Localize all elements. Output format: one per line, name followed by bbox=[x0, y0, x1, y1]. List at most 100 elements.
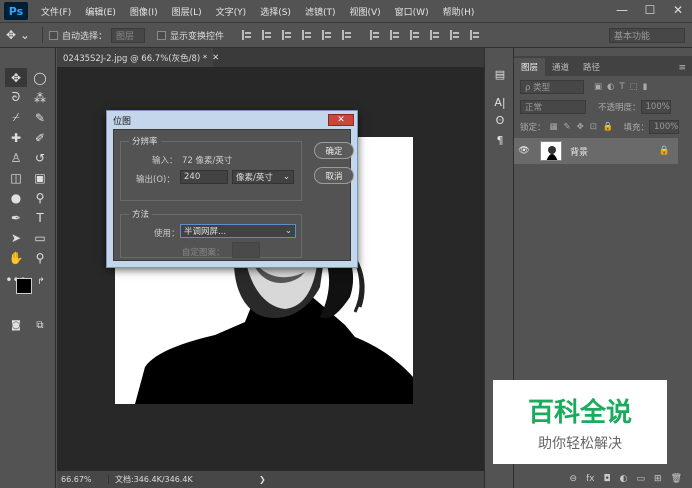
fill-label: 填充： bbox=[623, 123, 650, 133]
distribute-hcenter-icon[interactable] bbox=[449, 30, 462, 40]
output-label: 输出(O)： bbox=[136, 175, 175, 185]
auto-select-checkbox[interactable] bbox=[48, 30, 58, 40]
eraser-tool-icon[interactable]: ◫ bbox=[5, 168, 27, 187]
distribute-top-icon[interactable] bbox=[369, 30, 382, 40]
menu-file[interactable]: 文件(F) bbox=[34, 5, 78, 18]
move-tool-icon[interactable]: ✥ bbox=[5, 68, 27, 87]
menu-filter[interactable]: 滤镜(T) bbox=[298, 5, 343, 18]
rectangle-tool-icon[interactable]: ▭ bbox=[29, 228, 51, 247]
distribute-right-icon[interactable] bbox=[469, 30, 482, 40]
pen-tool-icon[interactable]: ✒ bbox=[5, 208, 27, 227]
align-vcenter-icon[interactable] bbox=[261, 30, 274, 40]
zoom-level[interactable]: 66.67% bbox=[57, 475, 109, 484]
dodge-tool-icon[interactable]: ⚲ bbox=[29, 188, 51, 207]
tab-paths[interactable]: 路径 bbox=[576, 58, 607, 76]
link-layers-icon[interactable]: ⊖ bbox=[569, 474, 577, 484]
transform-controls-checkbox[interactable] bbox=[156, 30, 166, 40]
hand-tool-icon[interactable]: ✋ bbox=[5, 248, 27, 267]
close-tab-icon[interactable]: ✕ bbox=[212, 53, 219, 63]
maximize-button[interactable]: ☐ bbox=[636, 0, 664, 20]
crop-tool-icon[interactable]: ⌿ bbox=[5, 108, 27, 127]
output-input[interactable]: 240 bbox=[180, 170, 228, 184]
auto-select-dropdown[interactable]: 图层 bbox=[110, 27, 145, 43]
photoshop-logo: Ps bbox=[4, 2, 28, 20]
layer-name[interactable]: 背景 bbox=[570, 145, 588, 158]
magic-wand-tool-icon[interactable]: ⁂ bbox=[29, 88, 51, 107]
menu-image[interactable]: 图像(I) bbox=[123, 5, 165, 18]
align-bottom-icon[interactable] bbox=[281, 30, 294, 40]
distribute-bottom-icon[interactable] bbox=[409, 30, 422, 40]
ok-button[interactable]: 确定 bbox=[314, 142, 354, 159]
workspace-dropdown[interactable]: 基本功能 bbox=[609, 28, 685, 43]
menu-help[interactable]: 帮助(H) bbox=[436, 5, 482, 18]
quick-mask-icon[interactable]: ◙ bbox=[5, 316, 27, 335]
close-window-button[interactable]: ✕ bbox=[664, 0, 692, 20]
panel-menu-icon[interactable]: ≡ bbox=[672, 63, 692, 76]
zoom-tool-icon[interactable]: ⚲ bbox=[29, 248, 51, 267]
glyphs-panel-icon[interactable]: ʘ bbox=[492, 112, 508, 128]
layer-filter-dropdown[interactable]: ρ 类型 bbox=[520, 80, 584, 94]
menu-type[interactable]: 文字(Y) bbox=[209, 5, 254, 18]
screen-mode-icon[interactable]: ⧉ bbox=[29, 316, 51, 335]
paragraph-panel-icon[interactable]: ¶ bbox=[492, 132, 508, 148]
method-select[interactable]: 半调网屏... ⌄ bbox=[180, 224, 296, 238]
document-info: 文档:346.4K/346.4K bbox=[115, 475, 193, 484]
distribute-left-icon[interactable] bbox=[429, 30, 442, 40]
gradient-tool-icon[interactable]: ▣ bbox=[29, 168, 51, 187]
distribute-vcenter-icon[interactable] bbox=[389, 30, 402, 40]
history-brush-tool-icon[interactable]: ↺ bbox=[29, 148, 51, 167]
output-unit-select[interactable]: 像素/英寸 ⌄ bbox=[232, 170, 294, 184]
align-hcenter-icon[interactable] bbox=[321, 30, 334, 40]
history-panel-icon[interactable]: ▤ bbox=[492, 66, 508, 82]
layer-filter-icons[interactable]: ▣◐T⬚▮ bbox=[594, 82, 652, 92]
tab-channels[interactable]: 通道 bbox=[545, 58, 576, 76]
eyedropper-tool-icon[interactable]: ✎ bbox=[29, 108, 51, 127]
trash-icon[interactable]: 🗑 bbox=[671, 474, 682, 484]
align-left-icon[interactable] bbox=[301, 30, 314, 40]
new-layer-icon[interactable]: ⊞ bbox=[654, 474, 662, 484]
document-tab[interactable]: 02435S2J-2.jpg @ 66.7%(灰色/8) * ✕ bbox=[57, 48, 219, 67]
bitmap-dialog: 位图 ✕ 分辨率 输入： 72 像素/英寸 输出(O)： 240 像素/英寸 ⌄… bbox=[106, 110, 358, 268]
path-select-tool-icon[interactable]: ➤ bbox=[5, 228, 27, 247]
dialog-close-button[interactable]: ✕ bbox=[328, 114, 354, 126]
menu-edit[interactable]: 编辑(E) bbox=[78, 5, 123, 18]
align-right-icon[interactable] bbox=[341, 30, 354, 40]
layer-row[interactable]: 👁 背景 🔒 bbox=[514, 138, 678, 164]
opacity-input[interactable]: 100% bbox=[640, 100, 671, 114]
marquee-tool-icon[interactable]: ◯ bbox=[29, 68, 51, 87]
group-folder-icon[interactable]: ▭ bbox=[637, 474, 646, 484]
fx-icon[interactable]: fx bbox=[586, 474, 595, 484]
document-tab-title: 02435S2J-2.jpg @ 66.7%(灰色/8) * bbox=[63, 53, 208, 64]
lasso-tool-icon[interactable]: ᘐ bbox=[5, 88, 27, 107]
tab-strip bbox=[213, 48, 484, 67]
custom-pattern-picker bbox=[232, 242, 260, 258]
menu-window[interactable]: 窗口(W) bbox=[388, 5, 436, 18]
character-panel-icon[interactable]: A| bbox=[492, 94, 508, 110]
brush-tool-icon[interactable]: ✐ bbox=[29, 128, 51, 147]
move-tool-icon[interactable]: ✥ ⌄ bbox=[6, 28, 30, 42]
add-mask-icon[interactable]: ◘ bbox=[604, 474, 611, 484]
healing-brush-tool-icon[interactable]: ✚ bbox=[5, 128, 27, 147]
watermark-subtitle: 助你轻松解决 bbox=[538, 435, 622, 452]
visibility-eye-icon[interactable]: 👁 bbox=[514, 146, 534, 156]
blur-tool-icon[interactable]: ● bbox=[5, 188, 27, 207]
cancel-button[interactable]: 取消 bbox=[314, 167, 354, 184]
watermark: 百科全说 助你轻松解决 bbox=[493, 380, 667, 464]
menu-select[interactable]: 选择(S) bbox=[253, 5, 298, 18]
layer-thumbnail bbox=[540, 141, 562, 161]
lock-icons[interactable]: ▦✎✥⊡🔒 bbox=[550, 122, 620, 132]
type-tool-icon[interactable]: T bbox=[29, 208, 51, 227]
adjustment-layer-icon[interactable]: ◐ bbox=[620, 474, 628, 484]
menu-view[interactable]: 视图(V) bbox=[342, 5, 387, 18]
status-arrow-icon[interactable]: ❯ bbox=[259, 475, 266, 484]
fill-input[interactable]: 100% bbox=[649, 120, 680, 134]
tab-layers[interactable]: 图层 bbox=[514, 58, 546, 76]
minimize-button[interactable]: — bbox=[608, 0, 636, 20]
use-label: 使用： bbox=[154, 229, 180, 239]
menu-layer[interactable]: 图层(L) bbox=[165, 5, 209, 18]
blend-mode-dropdown[interactable]: 正常 bbox=[520, 100, 586, 114]
clone-stamp-tool-icon[interactable]: ♙ bbox=[5, 148, 27, 167]
method-group-label: 方法 bbox=[129, 208, 153, 220]
align-top-icon[interactable] bbox=[241, 30, 254, 40]
swap-colors-icon[interactable]: ↱ bbox=[30, 272, 52, 291]
